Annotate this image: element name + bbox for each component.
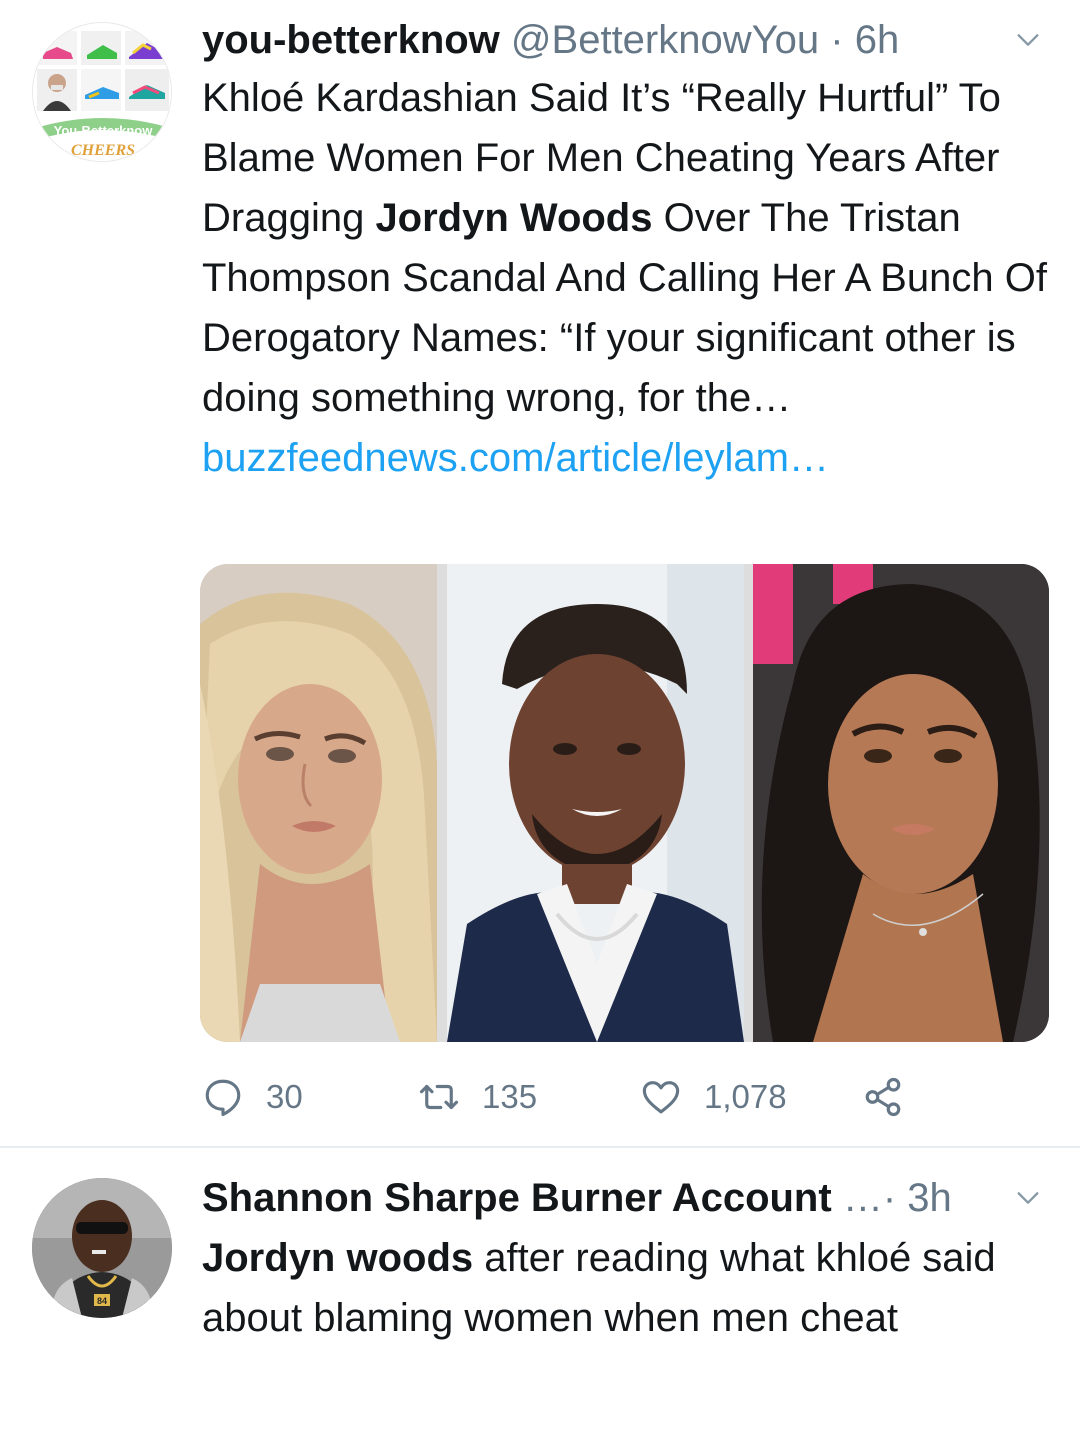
separator-dot-2: …· — [842, 1176, 897, 1220]
tweet-2-header: Shannon Sharpe Burner Account …· 3h — [202, 1170, 1060, 1226]
timestamp[interactable]: 6h — [855, 18, 900, 62]
share-icon — [865, 1077, 901, 1117]
tweet-text-bold-name: Jordyn Woods — [375, 196, 653, 240]
avatar-you-betterknow[interactable]: You-Betterknow CHEERS — [32, 22, 172, 162]
tweet-media-image[interactable] — [200, 564, 1049, 1042]
timestamp-2[interactable]: 3h — [907, 1176, 952, 1220]
separator-dot: · — [830, 18, 844, 62]
photo-panel-left — [200, 564, 437, 1042]
retweet-icon — [419, 1084, 459, 1110]
chevron-down-icon[interactable] — [1014, 1184, 1042, 1212]
user-handle[interactable]: @BetterknowYou — [511, 18, 819, 62]
display-name-2[interactable]: Shannon Sharpe Burner Account — [202, 1176, 832, 1220]
chevron-down-icon[interactable] — [1014, 26, 1042, 54]
tweet-actions: 30 135 1,078 — [202, 1072, 962, 1122]
reply-count: 30 — [266, 1078, 303, 1115]
tweet-text: Khloé Kardashian Said It’s “Really Hurtf… — [202, 68, 1062, 488]
photo-panel-right — [753, 564, 1049, 1042]
avatar-photo: 84 — [32, 1178, 172, 1318]
avatar-shannon-sharpe-burner[interactable]: 84 — [32, 1178, 172, 1318]
avatar-jersey-number: 84 — [97, 1296, 107, 1306]
tweet-2-text: Jordyn woods after reading what khloé sa… — [202, 1228, 1062, 1348]
article-link[interactable]: buzzfeednews.com/article/leylam… — [202, 428, 1062, 488]
avatar-cheers-text: CHEERS — [71, 142, 135, 159]
display-name[interactable]: you-betterknow — [202, 18, 500, 62]
like-count: 1,078 — [704, 1078, 787, 1115]
photo-panel-center — [447, 564, 744, 1042]
retweet-count: 135 — [482, 1078, 538, 1115]
retweet-button[interactable]: 135 — [418, 1072, 537, 1122]
tweet-1[interactable]: You-Betterknow CHEERS you-betterknow @Be… — [0, 0, 1080, 1146]
like-icon — [642, 1081, 680, 1114]
tweet-2-text-bold-name: Jordyn woods — [202, 1236, 474, 1280]
share-button[interactable] — [862, 1072, 926, 1122]
avatar-banner-text: You-Betterknow — [54, 123, 154, 138]
tweet-header: you-betterknow @BetterknowYou · 6h — [202, 12, 1060, 68]
reply-icon — [205, 1079, 241, 1117]
avatar-collage-image: You-Betterknow CHEERS — [33, 23, 171, 161]
reply-button[interactable]: 30 — [202, 1072, 303, 1122]
like-button[interactable]: 1,078 — [640, 1072, 787, 1122]
